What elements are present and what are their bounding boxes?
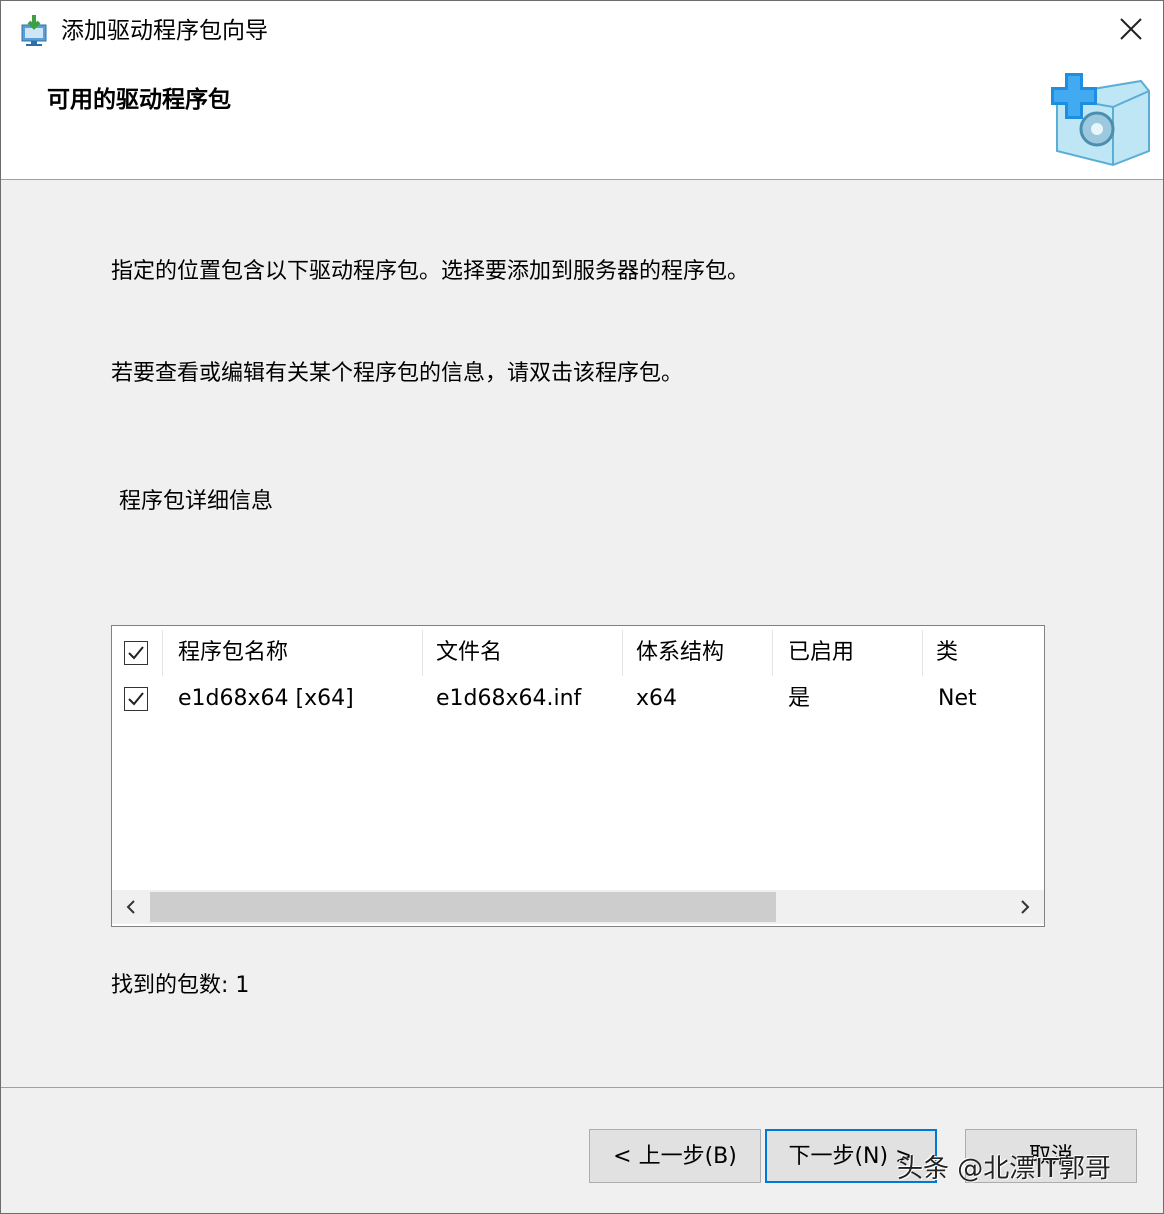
cell-architecture: x64 (636, 686, 678, 711)
column-divider (922, 630, 923, 676)
footer-divider (1, 1087, 1163, 1088)
scrollbar-thumb[interactable] (150, 892, 776, 922)
close-icon (1120, 18, 1142, 40)
package-add-icon (1051, 71, 1151, 171)
column-header-arch[interactable]: 体系结构 (636, 630, 766, 676)
checkmark-icon (128, 646, 144, 660)
chevron-right-icon (1021, 900, 1030, 914)
package-count: 找到的包数: 1 (111, 973, 250, 998)
driver-package-list[interactable]: 程序包名称 文件名 体系结构 已启用 类 e1d68x64 [x64] e1d6… (111, 625, 1045, 927)
chevron-left-icon (126, 900, 135, 914)
driver-wizard-icon (19, 15, 49, 47)
column-header-class[interactable]: 类 (936, 630, 1036, 676)
column-header-enabled[interactable]: 已启用 (788, 630, 918, 676)
column-divider (162, 630, 163, 676)
horizontal-scrollbar[interactable] (112, 890, 1044, 924)
column-divider (772, 630, 773, 676)
wizard-header: 添加驱动程序包向导 可用的驱动程序包 (1, 1, 1163, 180)
scroll-right-button[interactable] (1008, 890, 1044, 924)
column-divider (422, 630, 423, 676)
cell-enabled: 是 (788, 686, 811, 711)
checkmark-icon (128, 692, 144, 706)
window-title: 添加驱动程序包向导 (61, 18, 268, 44)
row-checkbox[interactable] (124, 687, 148, 711)
close-button[interactable] (1115, 13, 1147, 45)
package-details-label: 程序包详细信息 (119, 489, 274, 514)
cell-file-name: e1d68x64.inf (436, 686, 582, 711)
description-text-2: 若要查看或编辑有关某个程序包的信息，请双击该程序包。 (111, 361, 684, 386)
list-header: 程序包名称 文件名 体系结构 已启用 类 (112, 630, 1044, 676)
wizard-window: 添加驱动程序包向导 可用的驱动程序包 指定的位置包含以下驱动程序包。选择要添加到… (0, 0, 1164, 1214)
select-all-checkbox[interactable] (124, 641, 148, 665)
scroll-left-button[interactable] (112, 890, 148, 924)
description-text-1: 指定的位置包含以下驱动程序包。选择要添加到服务器的程序包。 (111, 259, 750, 284)
page-title: 可用的驱动程序包 (47, 87, 231, 113)
table-row[interactable]: e1d68x64 [x64] e1d68x64.inf x64 是 Net (112, 676, 1044, 722)
back-button[interactable]: < 上一步(B) (589, 1129, 761, 1183)
cell-class: Net (938, 686, 977, 711)
watermark-text: 头条 @北漂IT郭哥 (897, 1154, 1111, 1184)
column-divider (622, 630, 623, 676)
column-header-file[interactable]: 文件名 (436, 630, 616, 676)
column-header-name[interactable]: 程序包名称 (178, 630, 418, 676)
cell-package-name: e1d68x64 [x64] (178, 686, 354, 711)
